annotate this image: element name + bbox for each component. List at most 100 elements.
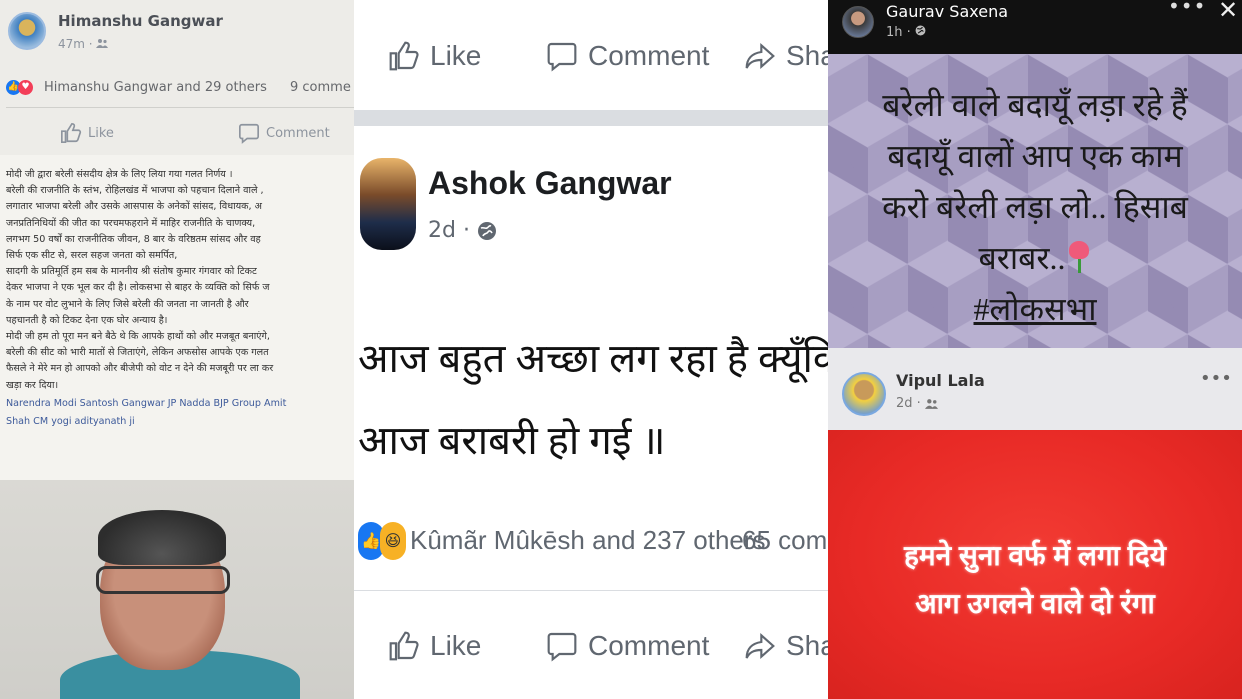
- post-separator: [354, 110, 828, 126]
- story-line-wrap: बराबर..: [828, 233, 1242, 284]
- story-header: Gaurav Saxena 1h · ••• ✕: [828, 0, 1242, 54]
- portrait-glasses: [96, 566, 230, 594]
- document-line: खड़ा कर दिया।: [6, 379, 59, 391]
- like-button[interactable]: Like: [388, 40, 481, 72]
- dot-separator: ·: [912, 396, 925, 411]
- time-label: 2d: [428, 218, 456, 243]
- like-button[interactable]: Like: [60, 122, 114, 144]
- comment-button[interactable]: Comment: [546, 40, 709, 72]
- document-line: सिर्फ एक सीट से, सरल सहज जनता को समर्पित…: [6, 250, 178, 262]
- like-button[interactable]: Like: [388, 630, 481, 662]
- red-line: हमने सुना वर्फ में लगा दिये: [903, 540, 1167, 571]
- divider: [6, 107, 354, 108]
- reaction-icons[interactable]: 👍 ♥: [6, 80, 33, 95]
- comment-button[interactable]: Comment: [546, 630, 709, 662]
- comment-icon: [547, 42, 577, 72]
- comment-icon: [239, 123, 259, 144]
- avatar[interactable]: [842, 6, 874, 38]
- like-label: Like: [430, 630, 482, 661]
- document-image: मोदी जी द्वारा बरेली संसदीय क्षेत्र के ल…: [0, 155, 354, 480]
- reactions-summary[interactable]: Kûmãr Mûkēsh and 237 others: [410, 525, 766, 556]
- tagged-people[interactable]: Narendra Modi Santosh Gangwar JP Nadda B…: [6, 396, 354, 412]
- document-line: सादगी के प्रतिमूर्ति हम सब के माननीय श्र…: [6, 266, 257, 278]
- story-line: करो बरेली लड़ा लो.. हिसाब: [882, 189, 1188, 225]
- post-time: 1h ·: [886, 25, 926, 40]
- like-icon: [389, 41, 419, 71]
- document-line: फैसले ने मेरे मन हो आपको और बीजेपी को वो…: [6, 363, 274, 375]
- comment-label: Comment: [588, 630, 710, 661]
- story-line: बदायूँ वालों आप एक काम: [887, 138, 1183, 174]
- action-bar-bottom: Like Comment Share: [354, 620, 828, 672]
- post-panel-ashok: Like Comment Share Ashok Gangwar 2d · आज…: [354, 0, 828, 699]
- dot-separator: ·: [88, 37, 97, 51]
- friends-icon: [924, 399, 938, 409]
- haha-reaction-icon: 😆: [380, 522, 406, 560]
- love-reaction-icon: ♥: [18, 80, 33, 95]
- document-line: लगभग 50 वर्षों का राजनीतिक जीवन, 8 बार क…: [6, 233, 261, 245]
- friends-icon: [96, 39, 109, 48]
- post-time: 2d ·: [428, 218, 497, 243]
- comments-count[interactable]: 9 comme: [290, 80, 351, 95]
- author-name[interactable]: Vipul Lala: [896, 371, 985, 390]
- dot-separator: ·: [906, 25, 915, 40]
- portrait-hair: [98, 510, 226, 565]
- globe-icon: [915, 25, 926, 36]
- share-button[interactable]: Share: [744, 40, 828, 72]
- document-line: बरेली की सीट को भारी मातों से जिताएंगे, …: [6, 347, 269, 359]
- author-name[interactable]: Gaurav Saxena: [886, 2, 1008, 21]
- like-label: Like: [88, 125, 114, 141]
- like-label: Like: [430, 40, 482, 71]
- tagged-people[interactable]: Shah CM yogi adityanath ji: [6, 414, 354, 430]
- story-line: बराबर..: [978, 240, 1066, 276]
- share-button[interactable]: Share: [744, 630, 828, 662]
- document-line: बरेली की राजनीति के स्तंभ, रोहिलखंड में …: [6, 185, 264, 197]
- post-text: आज बहुत अच्छा लग रहा है क्यूँकि आज बराबर…: [358, 318, 828, 482]
- red-line: आग उगलने वाले दो रंगा: [915, 588, 1155, 619]
- avatar[interactable]: [842, 372, 886, 416]
- post-line: आज बराबरी हो गई ॥: [358, 418, 666, 463]
- time-label: 2d: [896, 396, 913, 411]
- dot-separator: ·: [455, 218, 477, 243]
- hashtag-link[interactable]: #लोकसभा: [828, 284, 1242, 335]
- avatar[interactable]: [8, 12, 46, 50]
- more-icon[interactable]: •••: [1200, 368, 1232, 389]
- action-bar-top: Like Comment Share: [354, 30, 828, 82]
- red-post-text: हमने सुना वर्फ में लगा दिये आग उगलने वाल…: [828, 532, 1242, 628]
- story-line: बरेली वाले बदायूँ लड़ा रहे हैं: [882, 87, 1188, 123]
- story-panel-gaurav: Gaurav Saxena 1h · ••• ✕ बरेली वाले बदाय…: [828, 0, 1242, 699]
- close-icon[interactable]: ✕: [1218, 0, 1238, 24]
- comments-count[interactable]: 65 comm: [742, 525, 828, 556]
- share-icon: [745, 42, 775, 70]
- like-icon: [389, 631, 419, 661]
- author-name[interactable]: Ashok Gangwar: [428, 165, 672, 202]
- document-line: देकर भाजपा ने एक भूल कर दी है। लोकसभा से…: [6, 282, 270, 294]
- document-line: लगातार भाजपा बरेली और उसके आसपास के अनेक…: [6, 201, 262, 213]
- like-icon: [61, 123, 82, 143]
- share-icon: [745, 632, 775, 660]
- comment-label: Comment: [266, 125, 330, 141]
- more-icon[interactable]: •••: [1168, 0, 1206, 18]
- tulip-icon: [1066, 239, 1092, 273]
- post-time: 2d ·: [896, 396, 938, 411]
- avatar[interactable]: [360, 158, 416, 250]
- time-label: 1h: [886, 25, 903, 40]
- globe-icon: [477, 221, 496, 240]
- reactions-summary[interactable]: Himanshu Gangwar and 29 others: [44, 80, 267, 95]
- document-line: जनप्रतिनिधियों की जीत का परचमफहराने में …: [6, 217, 256, 229]
- post-time: 47m ·: [58, 37, 109, 51]
- reaction-icons[interactable]: 👍 😆: [358, 522, 406, 560]
- document-line: मोदी जी हम तो पूरा मन बने बैठे थे कि आपक…: [6, 331, 270, 343]
- post-line: आज बहुत अच्छा लग रहा है क्यूँकि: [358, 336, 828, 381]
- comment-label: Comment: [588, 40, 710, 71]
- divider: [354, 590, 828, 591]
- story-text: बरेली वाले बदायूँ लड़ा रहे हैं बदायूँ वा…: [828, 80, 1242, 335]
- document-line: मोदी जी द्वारा बरेली संसदीय क्षेत्र के ल…: [6, 169, 233, 180]
- document-line: के नाम पर वोट लुभाने के लिए जिसे बरेली क…: [6, 298, 249, 310]
- comment-icon: [547, 632, 577, 662]
- share-label: Share: [786, 630, 828, 661]
- comment-button[interactable]: Comment: [238, 122, 330, 144]
- time-label: 47m: [58, 37, 85, 51]
- share-label: Share: [786, 40, 828, 71]
- author-name[interactable]: Himanshu Gangwar: [58, 12, 223, 30]
- post-panel-himanshu: Himanshu Gangwar 47m · 👍 ♥ Himanshu Gang…: [0, 0, 354, 699]
